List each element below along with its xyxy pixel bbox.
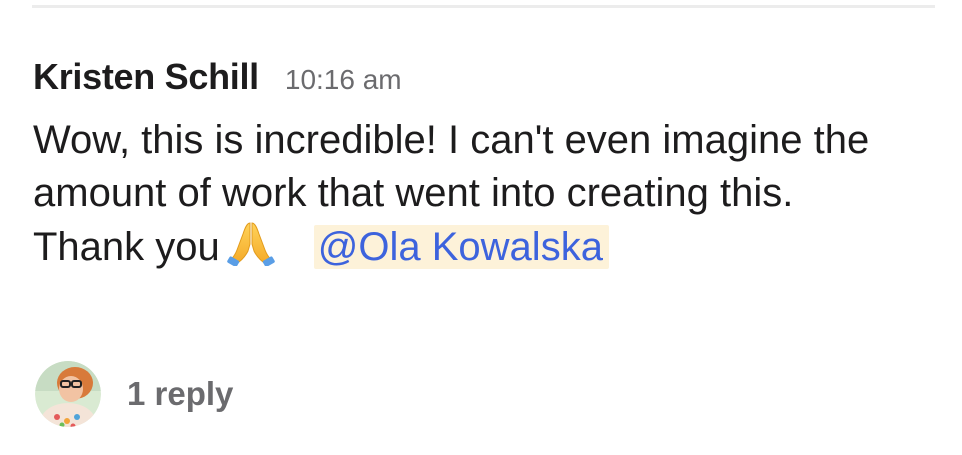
reply-count-link[interactable]: 1 reply bbox=[127, 375, 233, 413]
message-view: Kristen Schill 10:16 am Wow, this is inc… bbox=[0, 0, 962, 455]
author-name[interactable]: Kristen Schill bbox=[33, 56, 259, 98]
message-body: Wow, this is incredible! I can't even im… bbox=[33, 114, 913, 274]
message-header: Kristen Schill 10:16 am bbox=[33, 56, 913, 108]
reply-avatar[interactable] bbox=[35, 361, 101, 427]
folded-hands-icon bbox=[226, 220, 276, 267]
message-timestamp[interactable]: 10:16 am bbox=[285, 64, 402, 96]
user-mention-link[interactable]: @Ola Kowalska bbox=[313, 225, 609, 269]
thread-replies[interactable]: 1 reply bbox=[35, 361, 233, 427]
message[interactable]: Kristen Schill 10:16 am Wow, this is inc… bbox=[33, 56, 913, 274]
avatar-photo-icon bbox=[35, 361, 101, 427]
top-divider bbox=[32, 5, 935, 8]
